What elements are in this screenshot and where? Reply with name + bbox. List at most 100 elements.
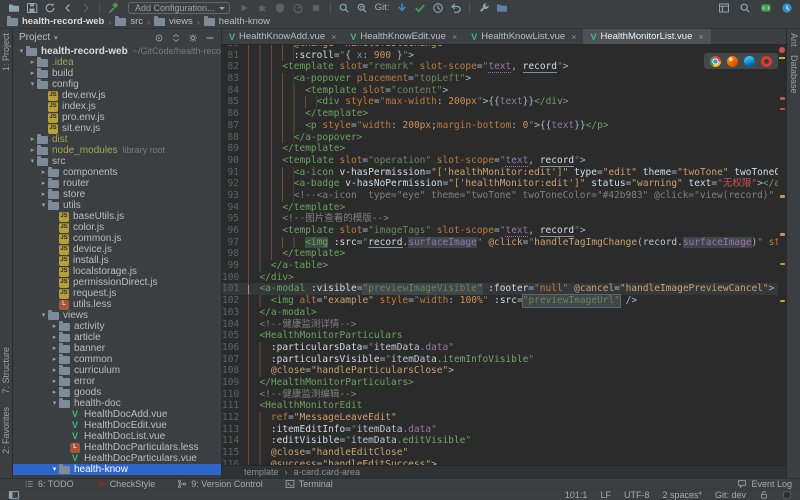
tree-item-healthdocparticulars-vue[interactable]: VHealthDocParticulars.vue: [13, 453, 221, 464]
stop-icon[interactable]: [308, 1, 325, 15]
code-line-83[interactable]: 83 <a-popover placement="topLeft">: [222, 73, 778, 85]
close-icon[interactable]: ×: [698, 32, 703, 42]
tree-item-dev-env-js[interactable]: JSdev.env.js: [13, 90, 221, 101]
tool-strip-7-structure[interactable]: 7: Structure: [1, 347, 11, 394]
close-icon[interactable]: ×: [452, 32, 457, 42]
close-icon[interactable]: ×: [331, 32, 336, 42]
tool-strip-database[interactable]: Database: [789, 55, 799, 94]
debug-icon[interactable]: [254, 1, 271, 15]
locate-icon[interactable]: [154, 33, 164, 43]
code-line-87[interactable]: 87 <p style="width: 200px;margin-bottom:…: [222, 120, 778, 132]
code-line-100[interactable]: 100 </div>: [222, 272, 778, 284]
tab-healthmonitorlist-vue[interactable]: VHealthMonitorList.vue×: [583, 29, 710, 44]
git-update-icon[interactable]: [393, 1, 410, 15]
code-line-90[interactable]: 90 <template slot="operation" slot-scope…: [222, 155, 778, 167]
tree-item-config[interactable]: ▾config: [13, 79, 221, 90]
project-structure-icon[interactable]: [493, 1, 510, 15]
tool-strip-ant[interactable]: Ant: [789, 33, 799, 47]
code-line-105[interactable]: 105 <HealthMonitorParticulars: [222, 330, 778, 342]
status-line-separator[interactable]: LF: [600, 490, 611, 500]
tree-item-permissiondirect-js[interactable]: JSpermissionDirect.js: [13, 277, 221, 288]
breadcrumb-item-health-record-web[interactable]: health-record-web: [7, 16, 104, 27]
firefox-icon[interactable]: [727, 56, 738, 67]
code-line-108[interactable]: 108 @close="handleParticularsClose">: [222, 365, 778, 377]
tree-item-pro-env-js[interactable]: JSpro.env.js: [13, 112, 221, 123]
tree-item-banner[interactable]: ▸banner: [13, 343, 221, 354]
tree-item-error[interactable]: ▸error: [13, 376, 221, 387]
tree-item-utils-less[interactable]: Lutils.less: [13, 299, 221, 310]
code-line-88[interactable]: 88 </a-popover>: [222, 132, 778, 144]
status-encoding[interactable]: UTF-8: [624, 490, 650, 500]
warning-indicator-icon[interactable]: [779, 57, 785, 59]
tree-item-health-know[interactable]: ▾health-know: [13, 464, 221, 475]
edge-icon[interactable]: [744, 56, 755, 67]
chevron-right-icon[interactable]: ▸: [39, 189, 48, 200]
stripe-mark[interactable]: [780, 108, 785, 110]
tree-item-index-js[interactable]: JSindex.js: [13, 101, 221, 112]
tree-item-healthdocadd-vue[interactable]: VHealthDocAdd.vue: [13, 409, 221, 420]
tree-item-device-js[interactable]: JSdevice.js: [13, 244, 221, 255]
code-line-93[interactable]: 93 <!--<a-icon type="eye" theme="twoTone…: [222, 190, 778, 202]
code-line-96[interactable]: 96 <template slot="imageTags" slot-scope…: [222, 225, 778, 237]
chevron-right-icon[interactable]: ▸: [50, 365, 59, 376]
forward-icon[interactable]: [77, 1, 94, 15]
tree-item-article[interactable]: ▸article: [13, 332, 221, 343]
search-everywhere-icon[interactable]: [736, 1, 753, 15]
tree-item-baseutils-js[interactable]: JSbaseUtils.js: [13, 211, 221, 222]
code-line-101[interactable]: 101 <a-modal :visible="previewImageVisib…: [222, 283, 778, 295]
tree-item-healthdocedit-vue[interactable]: VHealthDocEdit.vue: [13, 420, 221, 431]
tool-window-button-checkstyle[interactable]: CheckStyle: [96, 479, 156, 489]
coverage-icon[interactable]: [272, 1, 289, 15]
opera-icon[interactable]: [761, 56, 772, 67]
code-line-98[interactable]: 98 </template>: [222, 248, 778, 260]
code-line-97[interactable]: 97 <img :src="record.surfaceImage" @clic…: [222, 237, 778, 249]
build-hammer-icon[interactable]: [105, 1, 122, 15]
back-icon[interactable]: [59, 1, 76, 15]
code-line-112[interactable]: 112 ref="MessageLeaveEdit": [222, 412, 778, 424]
breadcrumb-item-src[interactable]: src: [115, 16, 143, 27]
chevron-down-icon[interactable]: ▾: [17, 46, 26, 57]
close-icon[interactable]: ×: [571, 32, 576, 42]
code-line-94[interactable]: 94 </template>: [222, 202, 778, 214]
editor-breadcrumb-template[interactable]: template: [244, 467, 279, 477]
rollback-icon[interactable]: [447, 1, 464, 15]
tree-item-healthdocparticulars-less[interactable]: LHealthDocParticulars.less: [13, 442, 221, 453]
tool-window-button-event-log[interactable]: Event Log: [737, 479, 792, 489]
breadcrumb-item-health-know[interactable]: health-know: [204, 16, 270, 27]
tree-item-curriculum[interactable]: ▸curriculum: [13, 365, 221, 376]
updates-icon[interactable]: [778, 1, 795, 15]
tree-item-components[interactable]: ▸components: [13, 167, 221, 178]
tab-healthknowlist-vue[interactable]: VHealthKnowList.vue×: [464, 29, 583, 44]
unlock-icon[interactable]: [759, 490, 769, 500]
code-line-104[interactable]: 104 <!--健康监测详情-->: [222, 319, 778, 331]
code-line-82[interactable]: 82 <template slot="remark" slot-scope="t…: [222, 61, 778, 73]
code-line-113[interactable]: 113 :itemEditInfo="itemData.data": [222, 424, 778, 436]
code-line-84[interactable]: 84 <template slot="content">: [222, 85, 778, 97]
tree-item-build[interactable]: ▸build: [13, 68, 221, 79]
tree-item-localstorage-js[interactable]: JSlocalstorage.js: [13, 266, 221, 277]
chevron-down-icon[interactable]: ▾: [50, 398, 59, 409]
wrench-icon[interactable]: [475, 1, 492, 15]
code-line-111[interactable]: 111 <HealthMonitorEdit: [222, 400, 778, 412]
tree-item-install-js[interactable]: JSinstall.js: [13, 255, 221, 266]
stripe-mark[interactable]: [780, 233, 785, 236]
tree-item-node-modules[interactable]: ▸node_moduleslibrary root: [13, 145, 221, 156]
editor-breadcrumb-a-card-card-area[interactable]: a-card.card-area: [294, 467, 361, 477]
tab-healthknowedit-vue[interactable]: VHealthKnowEdit.vue×: [343, 29, 464, 44]
chevron-right-icon[interactable]: ▸: [50, 343, 59, 354]
tree-item-color-js[interactable]: JScolor.js: [13, 222, 221, 233]
chevron-down-icon[interactable]: ▾: [28, 79, 37, 90]
code-line-106[interactable]: 106 :particularsData="itemData.data": [222, 342, 778, 354]
chevron-down-icon[interactable]: ▾: [28, 156, 37, 167]
chevron-right-icon[interactable]: ▸: [50, 332, 59, 343]
stripe-mark[interactable]: [780, 195, 785, 198]
code-line-99[interactable]: 99 </a-table>: [222, 260, 778, 272]
tree-item-common[interactable]: ▸common: [13, 354, 221, 365]
status-indent-style[interactable]: 2 spaces*: [662, 490, 702, 500]
tree-item-activity[interactable]: ▸activity: [13, 321, 221, 332]
tree-item-common-js[interactable]: JScommon.js: [13, 233, 221, 244]
tree-item-health-doc[interactable]: ▾health-doc: [13, 398, 221, 409]
tree-item-idea[interactable]: ▸.idea: [13, 57, 221, 68]
tree-item-store[interactable]: ▸store: [13, 189, 221, 200]
tool-window-button-9-version-control[interactable]: 9: Version Control: [177, 479, 263, 489]
